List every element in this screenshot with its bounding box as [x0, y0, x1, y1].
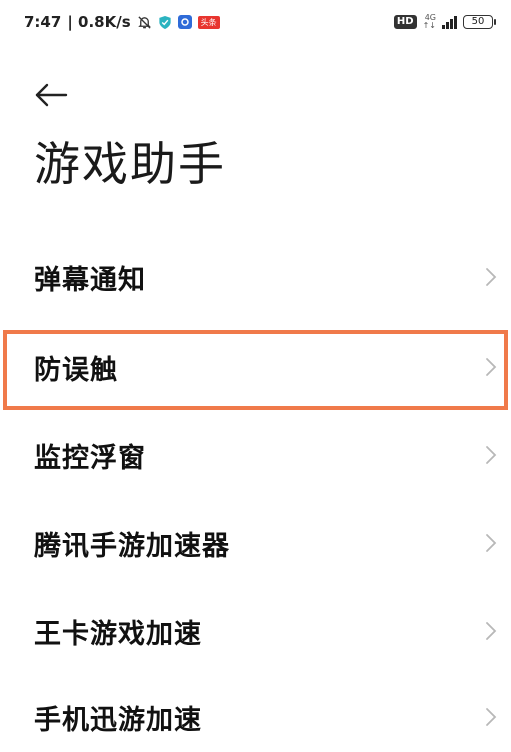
menu-item-anti-mistouch[interactable]: 防误触 — [0, 332, 511, 402]
menu-item-wangka-game-acceleration[interactable]: 王卡游戏加速 — [0, 596, 511, 666]
shield-icon — [158, 15, 172, 30]
menu-item-tencent-game-accelerator[interactable]: 腾讯手游加速器 — [0, 508, 511, 578]
page-title: 游戏助手 — [34, 137, 226, 191]
chevron-right-icon — [486, 358, 497, 376]
menu-item-monitor-floating-window[interactable]: 监控浮窗 — [0, 420, 511, 490]
menu-item-label: 弹幕通知 — [34, 264, 146, 296]
chevron-right-icon — [486, 534, 497, 552]
chevron-right-icon — [486, 446, 497, 464]
menu-item-xunyou-acceleration[interactable]: 手机迅游加速 — [0, 682, 511, 752]
menu-item-danmaku-notification[interactable]: 弹幕通知 — [0, 242, 511, 312]
battery-icon: 50 — [463, 15, 496, 29]
status-bar: 7:47 | 0.8K/s 头条 HD 4G ↑↓ 50 — [0, 0, 511, 44]
status-time: 7:47 — [24, 13, 62, 31]
signal-icon — [442, 15, 457, 29]
toutiao-app-icon: 头条 — [197, 15, 220, 29]
back-button[interactable] — [34, 78, 74, 112]
network-activity: ↑↓ — [422, 21, 436, 30]
chevron-right-icon — [486, 708, 497, 726]
menu-item-label: 监控浮窗 — [34, 442, 146, 474]
network-speed: | 0.8K/s — [67, 13, 131, 31]
menu-item-label: 手机迅游加速 — [34, 704, 202, 736]
menu-item-label: 腾讯手游加速器 — [34, 530, 230, 562]
menu-item-label: 王卡游戏加速 — [34, 618, 202, 650]
camera-app-icon — [177, 15, 192, 29]
status-left: 7:47 | 0.8K/s 头条 — [24, 13, 220, 31]
hd-voice-icon: HD — [393, 15, 417, 29]
menu-item-label: 防误触 — [34, 354, 118, 386]
chevron-right-icon — [486, 268, 497, 286]
arrow-left-icon — [35, 83, 68, 107]
status-right: HD 4G ↑↓ 50 — [393, 14, 496, 30]
network-indicator: 4G ↑↓ — [423, 14, 436, 30]
battery-level: 50 — [471, 16, 485, 27]
chevron-right-icon — [486, 622, 497, 640]
bell-muted-icon — [137, 15, 152, 30]
